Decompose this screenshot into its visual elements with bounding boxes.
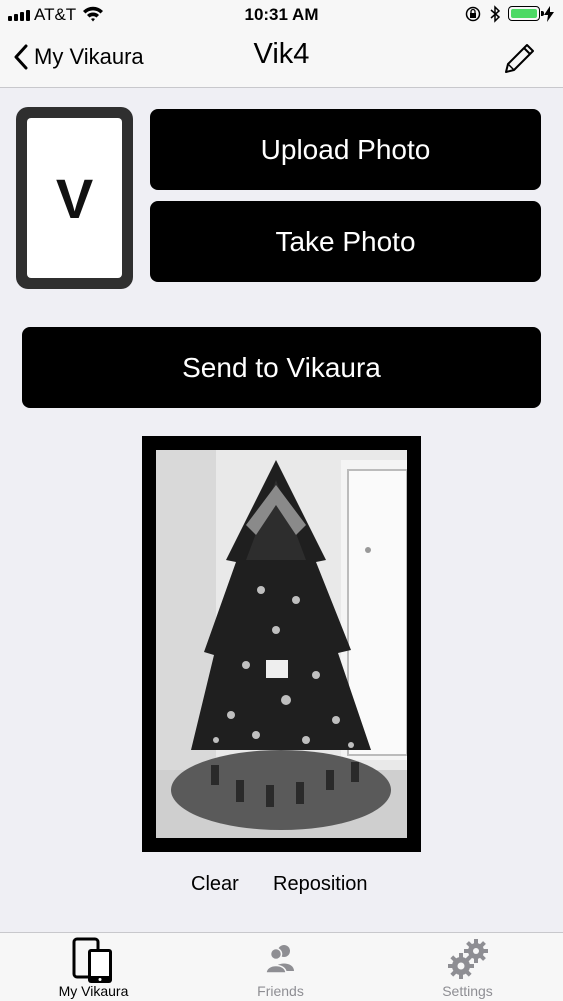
device-letter: V [55,166,94,230]
tab-label: Settings [442,983,493,999]
photo-preview-frame[interactable] [142,436,421,852]
photo-preview [156,450,407,838]
upload-photo-button[interactable]: Upload Photo [150,109,541,190]
charging-bolt-icon [544,6,554,22]
status-bar: AT&T 10:31 AM [0,0,563,30]
take-photo-button[interactable]: Take Photo [150,201,541,282]
battery-icon [508,6,544,21]
tab-label: My Vikaura [58,983,129,999]
device-thumbnail: V [16,107,133,289]
tab-friends[interactable]: Friends [187,933,374,1001]
reposition-button[interactable]: Reposition [273,873,368,896]
christmas-tree-photo [156,450,407,838]
orientation-lock-icon [465,6,481,22]
navigation-bar: My Vikaura Vik4 [0,30,563,88]
friends-icon [264,945,294,974]
tab-label: Friends [257,983,304,999]
tab-my-vikaura[interactable]: My Vikaura [0,933,187,1001]
tab-settings[interactable]: Settings [374,933,561,1001]
page-title: Vik4 [253,38,310,70]
tab-bar: My Vikaura Friends Settings [0,932,563,1001]
bluetooth-icon [490,5,501,23]
pencil-icon[interactable] [503,41,537,75]
settings-gears-icon [447,939,488,979]
devices-icon [72,937,112,983]
clear-button[interactable]: Clear [191,873,239,896]
device-screen: V [27,118,122,278]
send-to-vikaura-button[interactable]: Send to Vikaura [22,327,541,408]
